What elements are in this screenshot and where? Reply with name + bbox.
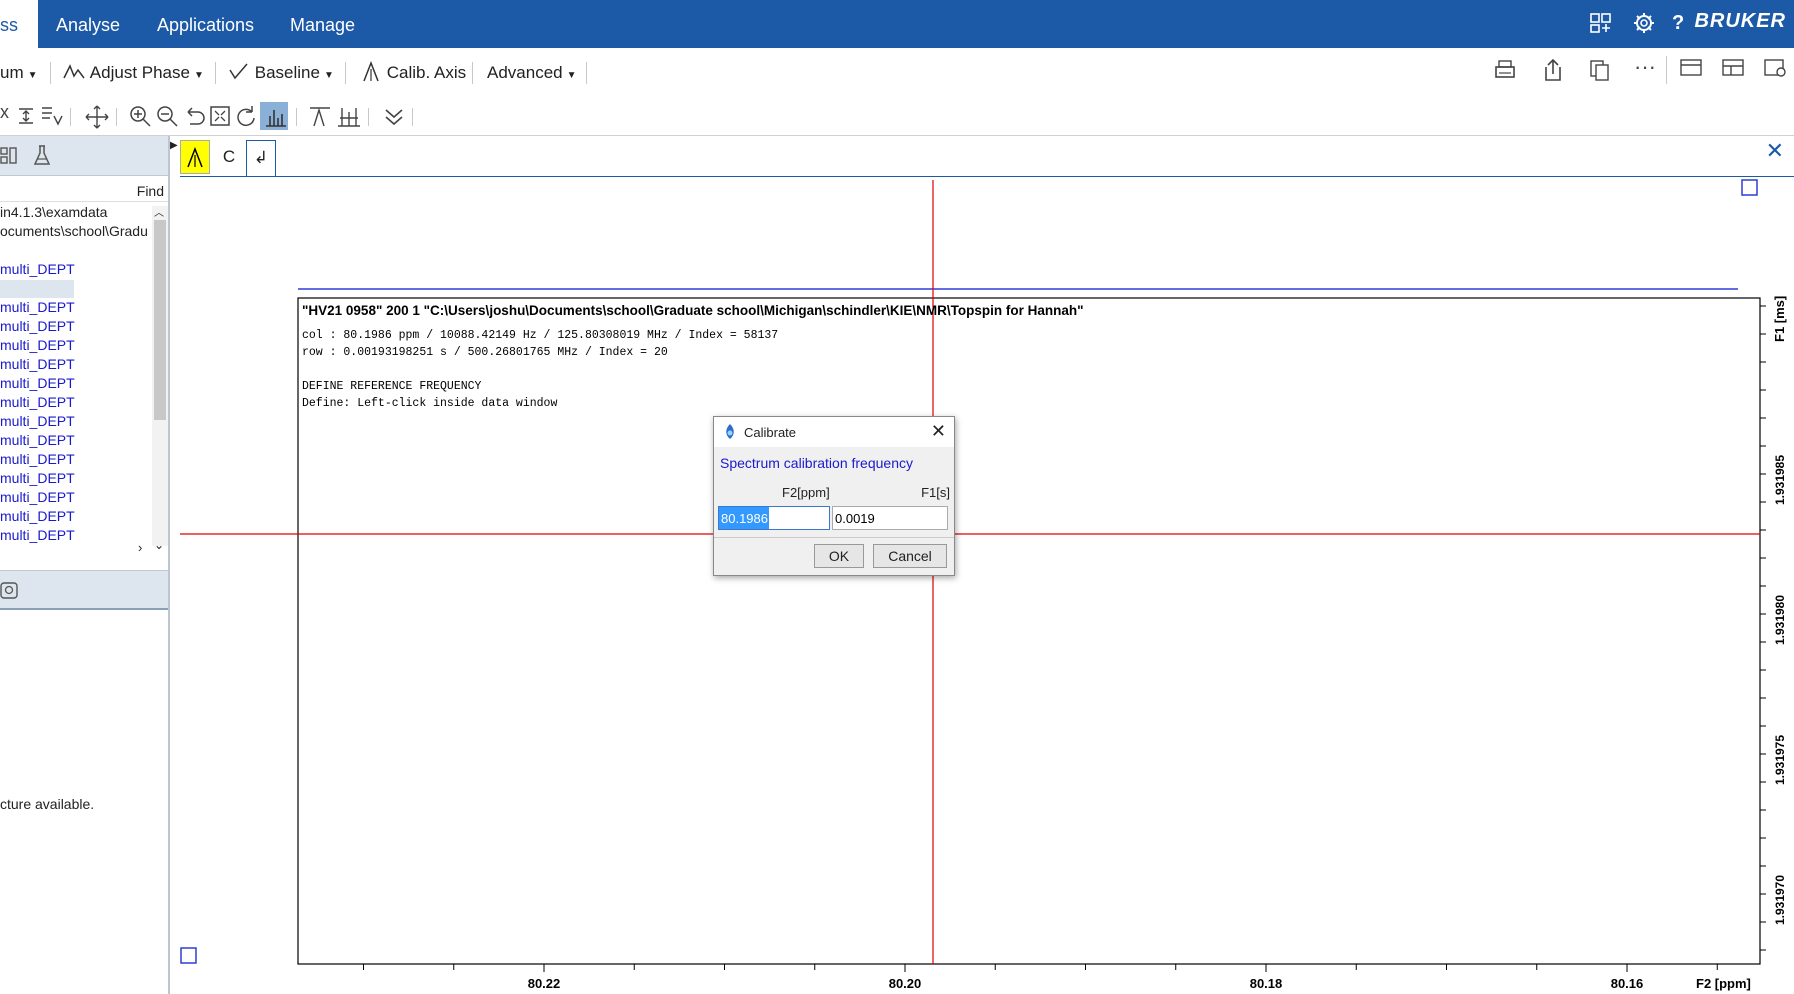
y-axis-label: F1 [ms] [1772, 296, 1787, 342]
x-axis: 80.22 80.20 80.18 80.16 [363, 964, 1718, 991]
y-tick-label: 1.931970 [1773, 875, 1787, 925]
dialog-title: Calibrate [744, 425, 797, 440]
y-tick-label: 1.931980 [1773, 595, 1787, 645]
info-line: DEFINE REFERENCE FREQUENCY [302, 380, 482, 393]
divider [714, 537, 954, 538]
ok-button[interactable]: OK [814, 544, 864, 568]
x-tick-label: 80.16 [1611, 976, 1644, 991]
y-tick-label: 1.931985 [1773, 455, 1787, 505]
info-line: Define: Left-click inside data window [302, 397, 557, 410]
y-tick-label: 1.931975 [1773, 735, 1787, 785]
info-line: row : 0.00193198251 s / 500.26801765 MHz… [302, 346, 668, 359]
x-axis-label: F2 [ppm] [1696, 976, 1751, 991]
close-icon[interactable]: ✕ [931, 421, 946, 442]
corner-marker [1741, 179, 1758, 196]
f2-column-label: F2[ppm] [782, 485, 830, 500]
y-axis: 1.931985 1.931980 1.931975 1.931970 [1760, 305, 1787, 951]
topspin-icon [726, 424, 734, 439]
dialog-subtitle: Spectrum calibration frequency [720, 455, 913, 471]
x-tick-label: 80.20 [889, 976, 922, 991]
calibrate-dialog: Calibrate ✕ Spectrum calibration frequen… [713, 416, 955, 576]
f2-ppm-field[interactable] [718, 506, 830, 530]
f1-s-field[interactable] [832, 506, 948, 530]
f1-column-label: F1[s] [921, 485, 950, 500]
x-tick-label: 80.18 [1250, 976, 1283, 991]
dataset-title: "HV21 0958" 200 1 "C:\Users\joshu\Docume… [302, 303, 1084, 318]
dialog-titlebar[interactable]: Calibrate ✕ [714, 417, 954, 447]
cancel-button[interactable]: Cancel [873, 544, 947, 568]
info-line: col : 80.1986 ppm / 10088.42149 Hz / 125… [302, 329, 778, 342]
x-tick-label: 80.22 [528, 976, 561, 991]
corner-marker [180, 947, 197, 964]
